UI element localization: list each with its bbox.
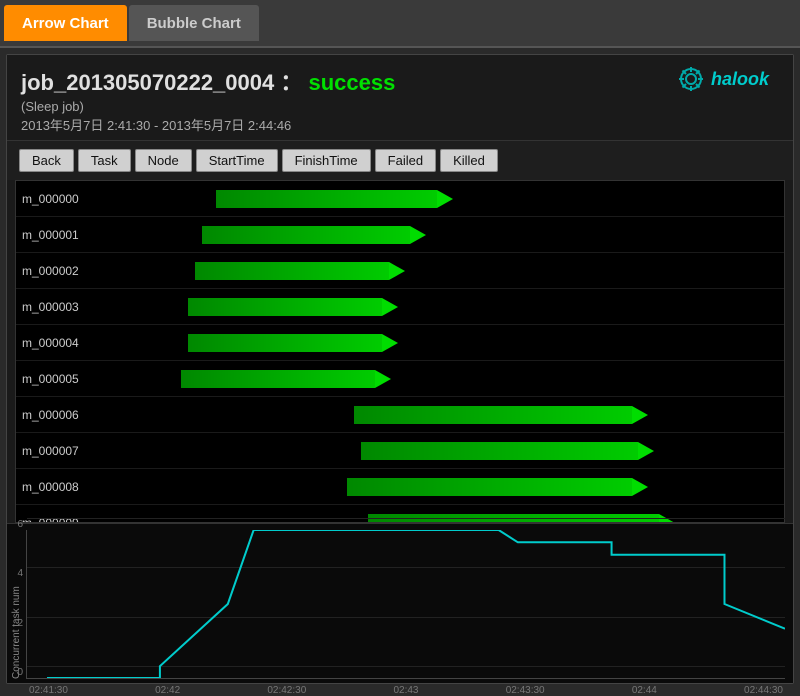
arrow-head-icon — [382, 334, 398, 352]
arrow-head-icon — [410, 226, 426, 244]
arrow-row: m_000004 — [16, 325, 784, 361]
arrow-chart-container: m_000000 m_000001 m_000002 m_000003 m_000004… — [7, 180, 793, 523]
arrow-bar — [216, 190, 438, 208]
arrow-row: m_000003 — [16, 289, 784, 325]
chart-area: 6 4 2 0 02:41:30 02:42 02:42:3 — [26, 530, 785, 679]
finishtime-button[interactable]: FinishTime — [282, 149, 371, 172]
back-button[interactable]: Back — [19, 149, 74, 172]
arrow-track — [91, 397, 784, 432]
arrow-row: m_000006 — [16, 397, 784, 433]
arrow-track — [91, 217, 784, 252]
arrow-head-icon — [389, 262, 405, 280]
tab-bar: Arrow Chart Bubble Chart — [0, 0, 800, 48]
arrow-row-label: m_000004 — [16, 336, 91, 350]
tab-bubble-chart[interactable]: Bubble Chart — [129, 5, 259, 41]
arrow-row: m_000008 — [16, 469, 784, 505]
arrow-row-label: m_000005 — [16, 372, 91, 386]
main-panel: job_201305070222_0004 ： success (Sleep j… — [6, 54, 794, 684]
halook-gear-icon — [677, 65, 705, 93]
bottom-chart: Concurrent task num 6 4 2 0 — [7, 523, 793, 683]
job-title: job_201305070222_0004 ： success — [21, 65, 779, 97]
arrow-row-label: m_000008 — [16, 480, 91, 494]
arrow-row-label: m_000000 — [16, 192, 91, 206]
arrow-head-icon — [632, 406, 648, 424]
arrow-track — [91, 433, 784, 468]
concurrent-line — [47, 530, 785, 678]
x-axis: 02:41:30 02:42 02:42:30 02:43 02:43:30 0… — [27, 685, 785, 696]
arrow-bar — [188, 298, 382, 316]
x-tick-5: 02:44 — [632, 685, 657, 696]
arrow-head-icon — [632, 478, 648, 496]
arrow-row: m_000001 — [16, 217, 784, 253]
arrow-row-label: m_000007 — [16, 444, 91, 458]
arrow-head-icon — [638, 442, 654, 460]
killed-button[interactable]: Killed — [440, 149, 498, 172]
x-tick-2: 02:42:30 — [267, 685, 306, 696]
arrow-row-label: m_000006 — [16, 408, 91, 422]
arrow-head-icon — [382, 298, 398, 316]
arrow-row: m_000007 — [16, 433, 784, 469]
arrow-row-label: m_000003 — [16, 300, 91, 314]
arrow-bar — [202, 226, 410, 244]
starttime-button[interactable]: StartTime — [196, 149, 278, 172]
x-tick-6: 02:44:30 — [744, 685, 783, 696]
arrow-row: m_000005 — [16, 361, 784, 397]
arrow-bar — [181, 370, 375, 388]
task-button[interactable]: Task — [78, 149, 131, 172]
y-tick-6: 6 — [27, 518, 785, 530]
arrow-bar — [354, 406, 631, 424]
arrow-track — [91, 289, 784, 324]
toolbar: Back Task Node StartTime FinishTime Fail… — [7, 141, 793, 180]
job-time: 2013年5月7日 2:41:30 - 2013年5月7日 2:44:46 — [21, 115, 779, 134]
arrow-track — [91, 181, 784, 216]
arrow-row: m_000000 — [16, 181, 784, 217]
job-header: job_201305070222_0004 ： success (Sleep j… — [7, 55, 793, 141]
arrow-row: m_000002 — [16, 253, 784, 289]
arrow-bar — [347, 478, 631, 496]
y-axis-label: Concurrent task num — [7, 530, 26, 679]
line-chart-svg — [47, 530, 785, 678]
arrow-bar — [195, 262, 389, 280]
arrow-track — [91, 361, 784, 396]
arrow-row-label: m_000001 — [16, 228, 91, 242]
x-tick-0: 02:41:30 — [29, 685, 68, 696]
arrow-bar — [188, 334, 382, 352]
halook-logo: halook — [677, 65, 769, 93]
arrow-bar — [361, 442, 638, 460]
arrow-track — [91, 253, 784, 288]
x-tick-1: 02:42 — [155, 685, 180, 696]
arrow-track — [91, 325, 784, 360]
arrow-chart-scroll[interactable]: m_000000 m_000001 m_000002 m_000003 m_000004… — [15, 180, 785, 523]
halook-brand-text: halook — [711, 69, 769, 90]
arrow-head-icon — [375, 370, 391, 388]
arrow-head-icon — [437, 190, 453, 208]
tab-arrow-chart[interactable]: Arrow Chart — [4, 5, 127, 41]
job-subtitle: (Sleep job) — [21, 99, 779, 114]
x-tick-3: 02:43 — [393, 685, 418, 696]
failed-button[interactable]: Failed — [375, 149, 436, 172]
x-tick-4: 02:43:30 — [506, 685, 545, 696]
arrow-row-label: m_000002 — [16, 264, 91, 278]
arrow-track — [91, 469, 784, 504]
node-button[interactable]: Node — [135, 149, 192, 172]
